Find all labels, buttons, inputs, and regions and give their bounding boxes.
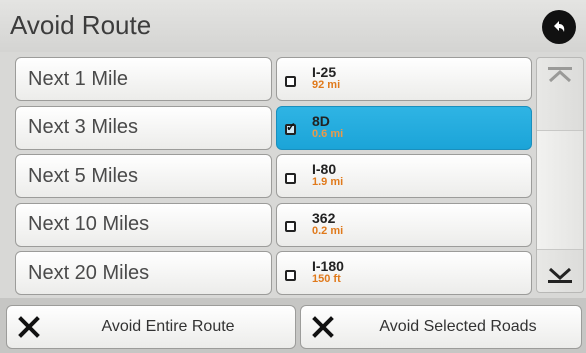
road-name: I-180 (312, 258, 344, 274)
scroll-up-button[interactable] (537, 58, 583, 102)
distance-label: Next 1 Mile (28, 67, 129, 90)
distance-option-20-miles[interactable]: Next 20 Miles (15, 251, 272, 295)
avoid-entire-route-label: Avoid Entire Route (101, 318, 235, 335)
checkmark-icon: ✓ (286, 120, 297, 134)
road-distance: 92 mi (312, 79, 341, 91)
road-checkbox[interactable] (285, 221, 296, 232)
avoid-selected-roads-label: Avoid Selected Roads (379, 318, 537, 335)
distance-option-3-miles[interactable]: Next 3 Miles (15, 105, 272, 150)
road-checkbox[interactable]: ✓ (285, 120, 297, 135)
scroll-thumb[interactable] (537, 130, 583, 250)
close-x-icon (312, 316, 334, 338)
road-name: 8D (312, 112, 330, 129)
road-checkbox[interactable] (285, 75, 296, 87)
road-name: I-25 (312, 64, 337, 80)
scroll-down-button[interactable] (537, 248, 583, 292)
road-item-i-80[interactable]: I-80 1.9 mi (276, 154, 532, 198)
distance-label: Next 20 Miles (28, 261, 150, 284)
distance-options: Next 1 Mile Next 3 Miles Next 5 Miles Ne… (15, 57, 272, 300)
road-distance: 150 ft (312, 273, 341, 285)
avoid-entire-route-button[interactable]: Avoid Entire Route (6, 305, 296, 349)
road-item-8d[interactable]: ✓ 8D 0.6 mi (276, 105, 532, 150)
distance-option-5-miles[interactable]: Next 5 Miles (15, 154, 272, 198)
distance-option-1-mile[interactable]: Next 1 Mile (15, 57, 272, 101)
distance-option-10-miles[interactable]: Next 10 Miles (15, 202, 272, 247)
road-checkbox[interactable] (285, 269, 296, 281)
road-item-i-180[interactable]: I-180 150 ft (276, 251, 532, 295)
avoid-selected-roads-button[interactable]: Avoid Selected Roads (300, 305, 582, 349)
road-item-i-25[interactable]: I-25 92 mi (276, 57, 532, 101)
header-bar: Avoid Route (0, 0, 586, 52)
road-item-362[interactable]: 362 0.2 mi (276, 202, 532, 247)
close-x-icon (18, 316, 40, 338)
scrollbar[interactable] (536, 57, 584, 293)
road-list: I-25 92 mi ✓ 8D 0.6 mi I-80 1.9 mi 362 0… (276, 57, 532, 300)
road-name: 362 (312, 209, 336, 226)
road-distance: 1.9 mi (312, 176, 344, 188)
scroll-to-bottom-icon (548, 267, 572, 283)
road-distance: 0.2 mi (312, 224, 344, 237)
back-button[interactable] (542, 10, 576, 44)
road-distance: 0.6 mi (312, 127, 344, 140)
road-checkbox[interactable] (285, 172, 296, 184)
scroll-to-top-icon (548, 67, 572, 83)
page-title: Avoid Route (10, 10, 152, 40)
distance-label: Next 3 Miles (28, 116, 139, 138)
distance-label: Next 5 Miles (28, 164, 139, 187)
road-name: I-80 (312, 161, 337, 177)
back-arrow-icon (554, 21, 565, 32)
distance-label: Next 10 Miles (28, 213, 150, 235)
